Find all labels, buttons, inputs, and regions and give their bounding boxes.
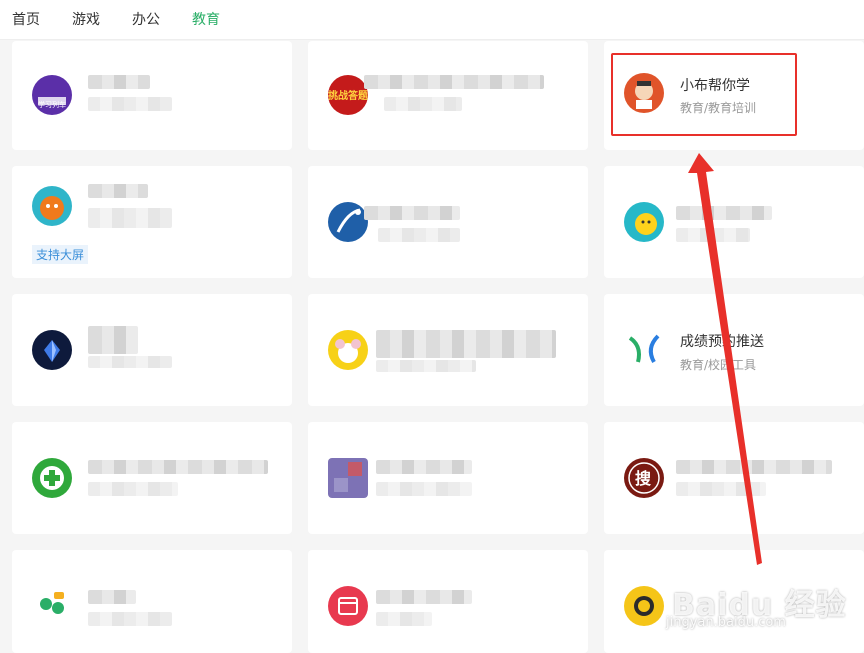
blurred-category (376, 482, 472, 496)
kids-logo-icon (32, 586, 72, 626)
blurred-name (88, 590, 136, 604)
blurred-category (676, 482, 766, 496)
blurred-category (676, 228, 750, 242)
app-card-fox[interactable]: 支持大屏 (12, 166, 292, 278)
blurred-category (378, 228, 460, 242)
app-card-kids[interactable] (12, 550, 292, 653)
tab-education[interactable]: 教育 (192, 9, 220, 29)
top-nav: 首页 游戏 办公 教育 (0, 0, 864, 40)
gem-logo-icon (32, 330, 72, 370)
challenge-quiz-logo-icon: 挑战答题 (328, 75, 368, 115)
blurred-category (376, 360, 476, 372)
app-card-xiaobu[interactable]: 小布帮你学 教育/教育培训 (604, 41, 864, 150)
mouse-logo-icon (328, 330, 368, 370)
big-screen-badge: 支持大屏 (32, 245, 89, 264)
green-cross-logo-icon (32, 458, 72, 498)
fox-logo-icon (32, 186, 72, 226)
app-card-challenge-quiz[interactable]: 挑战答题 (308, 41, 588, 150)
blurred-category (88, 208, 172, 228)
tab-games[interactable]: 游戏 (72, 9, 100, 29)
app-category: 教育/校园工具 (680, 358, 757, 372)
app-card-gem[interactable] (12, 294, 292, 406)
blurred-name (376, 330, 556, 358)
blurred-name (88, 326, 138, 354)
tab-home[interactable]: 首页 (12, 9, 40, 29)
app-name: 成绩预约推送 (680, 334, 764, 350)
app-card-sou[interactable]: 搜 (604, 422, 864, 534)
blue-star-logo-icon (328, 202, 368, 242)
chick-logo-icon (624, 202, 664, 242)
blurred-category (88, 356, 172, 368)
blurred-name (88, 184, 148, 198)
purple-logo-icon (328, 458, 368, 498)
blurred-name (88, 460, 268, 474)
chengji-logo-icon (624, 328, 664, 368)
app-card-green-cross[interactable] (12, 422, 292, 534)
blurred-category (376, 612, 432, 626)
blurred-name (676, 206, 772, 220)
blurred-name (676, 460, 832, 474)
blurred-name (364, 206, 460, 220)
app-card-purple[interactable] (308, 422, 588, 534)
app-card-chengji[interactable]: 成绩预约推送 教育/校园工具 (604, 294, 864, 406)
tab-office[interactable]: 办公 (132, 9, 160, 29)
app-card-learning-train[interactable]: 学习列车 (12, 41, 292, 150)
learning-train-logo-icon: 学习列车 (32, 75, 72, 115)
sou-logo-icon: 搜 (624, 458, 664, 498)
blurred-name (376, 460, 472, 474)
svg-text:搜: 搜 (635, 469, 652, 488)
blurred-name (88, 75, 150, 89)
blurred-name (376, 590, 472, 604)
app-name: 小布帮你学 (680, 78, 750, 94)
blurred-category (88, 482, 178, 496)
app-card-calendar[interactable] (308, 550, 588, 653)
blurred-category (88, 97, 172, 111)
blurred-name (364, 75, 544, 89)
app-card-chick[interactable] (604, 166, 864, 278)
calendar-logo-icon (328, 586, 368, 626)
app-card-mouse[interactable] (308, 294, 588, 406)
blurred-category (384, 97, 462, 111)
blurred-category (88, 612, 172, 626)
app-card-blue-star[interactable] (308, 166, 588, 278)
svg-text:挑战答题: 挑战答题 (328, 89, 368, 102)
svg-text:学习列车: 学习列车 (38, 100, 66, 109)
xiaobu-logo-icon (624, 73, 664, 113)
app-category: 教育/教育培训 (680, 101, 757, 115)
watermark-url: jingyan.baidu.com (666, 615, 786, 630)
sun-logo-icon (624, 586, 664, 626)
